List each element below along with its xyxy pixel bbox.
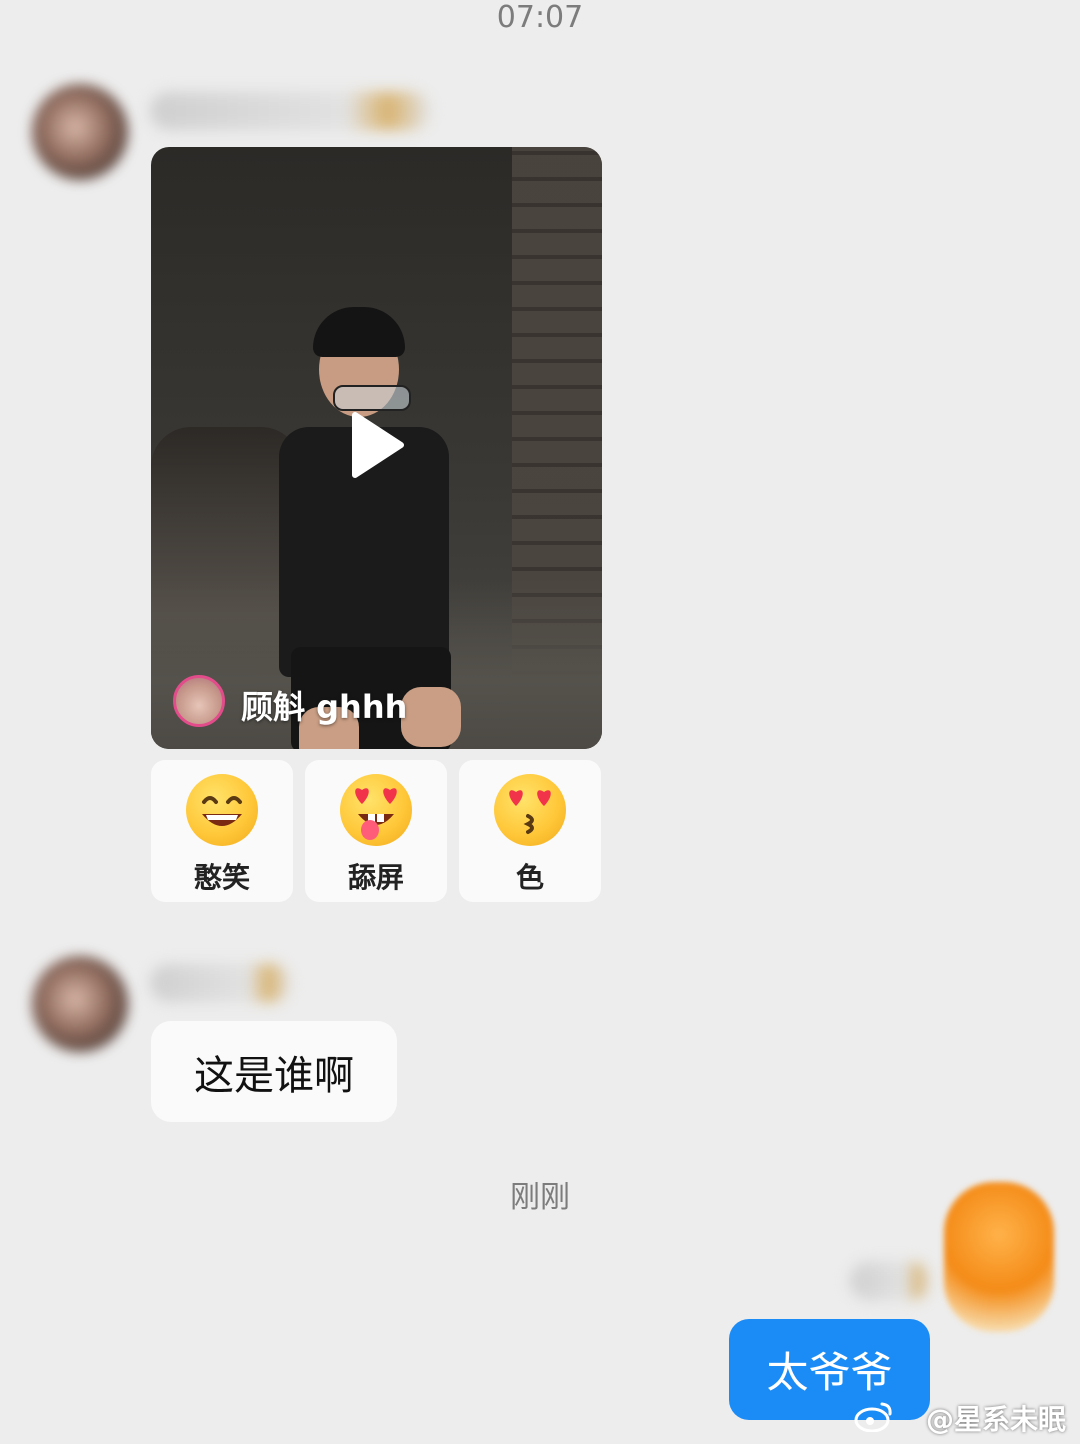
watermark-text: @星系未眠 bbox=[925, 1403, 1066, 1436]
weibo-logo-icon bbox=[854, 1400, 894, 1433]
video-person-leg bbox=[401, 687, 461, 747]
video-person-hair bbox=[313, 307, 405, 357]
heart-eyes-kiss-emoji-icon bbox=[494, 774, 566, 846]
play-icon[interactable] bbox=[349, 411, 405, 479]
outgoing-text-bubble[interactable]: 太爷爷 bbox=[729, 1319, 930, 1420]
reaction-label: 舔屏 bbox=[347, 861, 404, 894]
sender-avatar[interactable] bbox=[32, 84, 128, 180]
reaction-button-lustful[interactable]: 色 bbox=[459, 760, 601, 902]
self-name-blurred bbox=[850, 1262, 930, 1300]
heart-eyes-tongue-emoji-icon bbox=[340, 774, 412, 846]
video-author-avatar[interactable] bbox=[173, 675, 225, 727]
reaction-button-lick-screen[interactable]: 舔屏 bbox=[305, 760, 447, 902]
sender-name-blurred bbox=[150, 964, 290, 1002]
reaction-label: 憨笑 bbox=[193, 861, 250, 894]
video-author-name[interactable]: 顾斛 ghhh bbox=[241, 682, 407, 728]
chat-divider-time: 刚刚 bbox=[510, 1180, 570, 1215]
sender-avatar[interactable] bbox=[32, 956, 128, 1052]
reaction-label: 色 bbox=[515, 861, 544, 894]
shared-video-card[interactable]: 顾斛 ghhh bbox=[151, 147, 602, 749]
sender-name-blurred bbox=[150, 92, 430, 130]
grin-emoji-icon bbox=[186, 774, 258, 846]
reaction-button-grin[interactable]: 憨笑 bbox=[151, 760, 293, 902]
video-person-glasses bbox=[333, 385, 411, 411]
self-avatar[interactable] bbox=[944, 1182, 1054, 1332]
chat-timestamp: 07:07 bbox=[496, 0, 584, 35]
incoming-text-bubble[interactable]: 这是谁啊 bbox=[151, 1021, 397, 1122]
